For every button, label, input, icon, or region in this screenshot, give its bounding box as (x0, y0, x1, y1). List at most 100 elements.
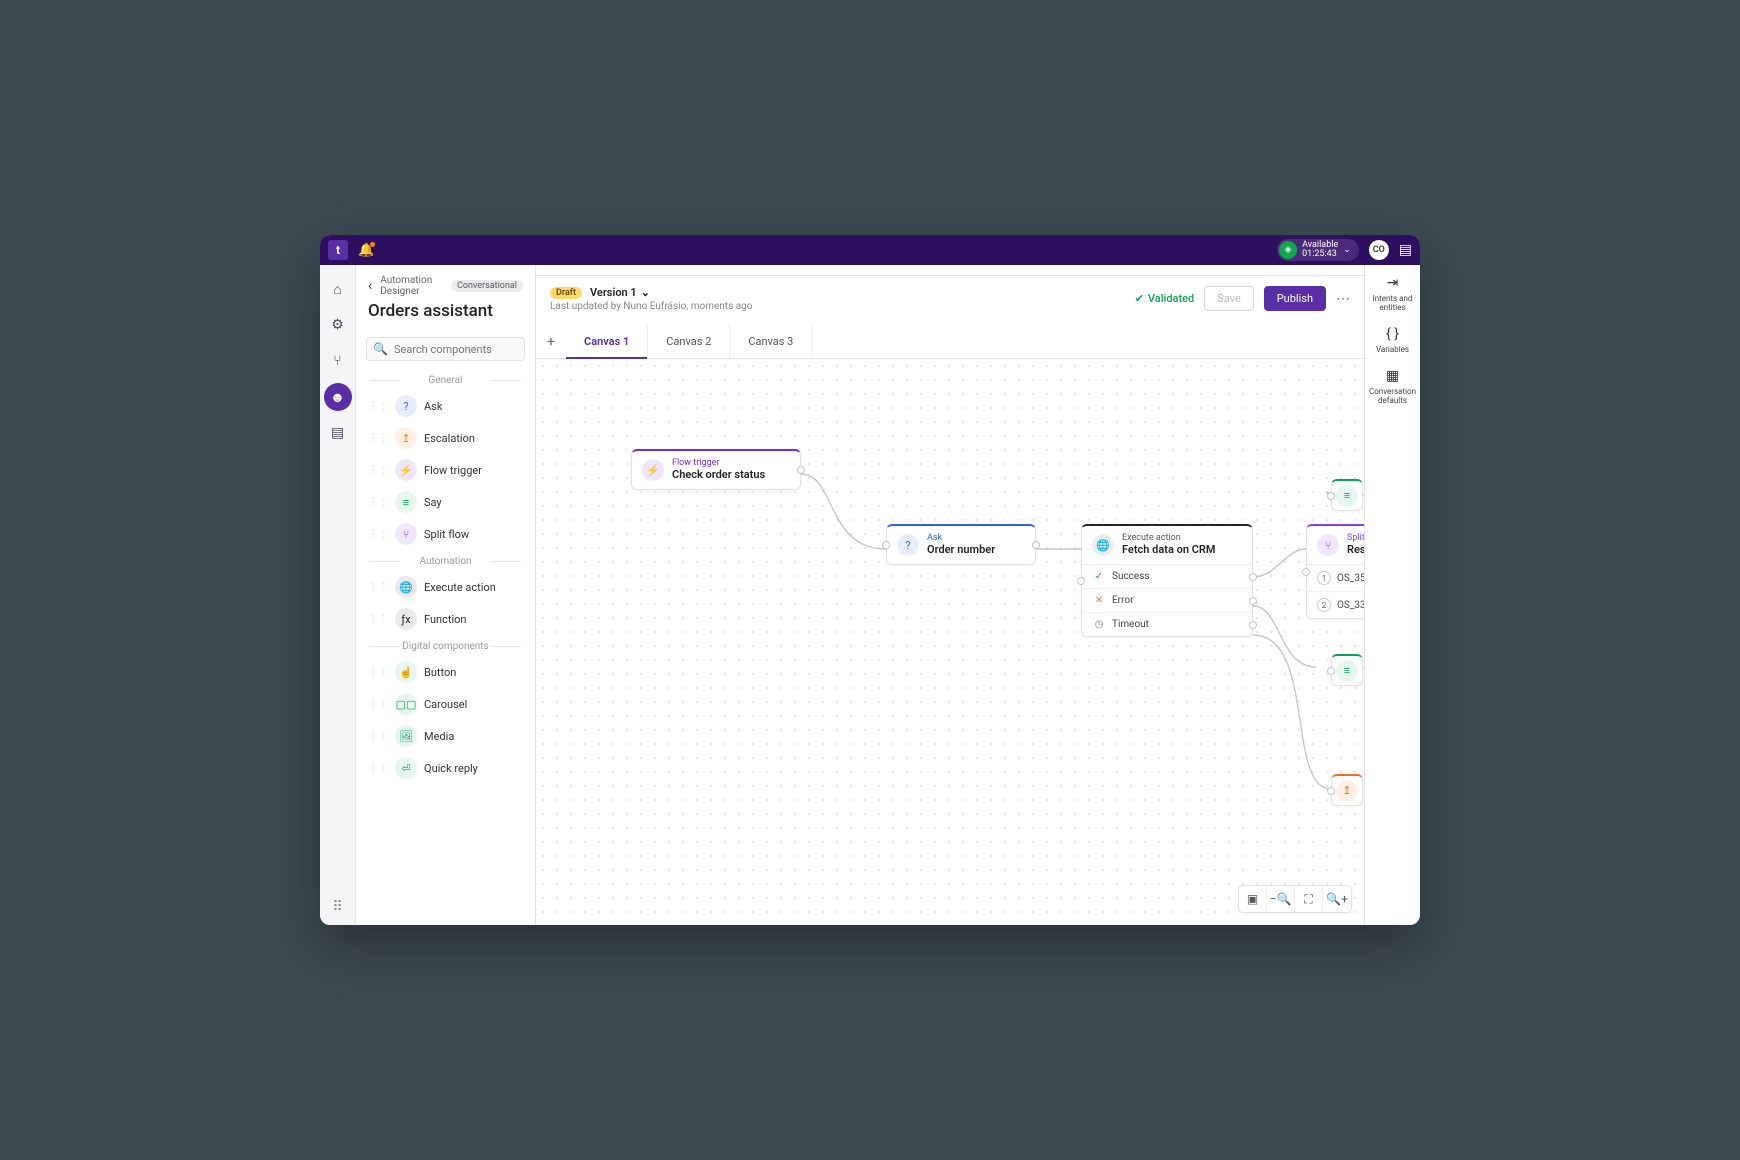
intents-icon: ⇥ (1387, 275, 1399, 291)
output-port[interactable] (1249, 573, 1257, 581)
component-escalation[interactable]: ⋮⋮↥Escalation (356, 422, 535, 454)
intents-entities-button[interactable]: ⇥Intents and entities (1368, 275, 1418, 312)
split-flow-icon: ⑂ (395, 523, 417, 545)
input-port[interactable] (882, 541, 890, 549)
right-panel: ⇥Intents and entities { }Variables ▦Conv… (1364, 265, 1420, 925)
component-split-flow[interactable]: ⋮⋮⑂Split flow (356, 518, 535, 550)
more-menu-icon[interactable]: ⋯ (1336, 291, 1350, 307)
output-port[interactable] (797, 466, 805, 474)
outcome-success[interactable]: ✓Success (1082, 565, 1252, 588)
group-automation-label: Automation (356, 550, 535, 571)
back-button[interactable]: ‹ (368, 278, 372, 294)
component-function[interactable]: ⋮⋮ƒxFunction (356, 603, 535, 635)
node-say-min-1[interactable]: ≡ (1331, 479, 1363, 511)
version-selector[interactable]: Version 1⌄ (590, 286, 650, 299)
output-port[interactable] (1249, 597, 1257, 605)
ask-icon: ? (897, 534, 919, 556)
search-input[interactable] (394, 343, 534, 356)
drag-handle-icon: ⋮⋮ (368, 529, 388, 540)
chevron-down-icon: ⌄ (1343, 245, 1351, 255)
node-split-flow[interactable]: ⑂ Split flow Results found 1OS_358 = Tru… (1306, 524, 1364, 619)
canvas-edges (536, 359, 1364, 925)
conversation-defaults-button[interactable]: ▦Conversation defaults (1368, 368, 1418, 405)
component-button[interactable]: ⋮⋮☝Button (356, 656, 535, 688)
app-window: t 🔔 ◈ Available 01:25:43 ⌄ CO ▤ ⌂ ⚙ ⑂ ☻ … (320, 235, 1420, 925)
output-port[interactable] (1032, 541, 1040, 549)
variables-icon: { } (1386, 326, 1399, 342)
app-logo[interactable]: t (328, 240, 348, 260)
flow-trigger-icon: ⚡ (395, 459, 417, 481)
node-ask[interactable]: ? Ask Order number (886, 524, 1036, 565)
notifications-icon[interactable]: 🔔 (358, 243, 374, 258)
component-search[interactable]: 🔍 (366, 337, 525, 361)
nav-flow-icon[interactable]: ⑂ (324, 347, 352, 375)
node-escalation-min[interactable]: ↥ (1331, 774, 1363, 806)
component-execute-action[interactable]: ⋮⋮🌐Execute action (356, 571, 535, 603)
nav-library-icon[interactable]: ▤ (324, 419, 352, 447)
escalation-icon: ↥ (395, 427, 417, 449)
add-canvas-button[interactable]: + (536, 334, 566, 350)
drag-handle-icon: ⋮⋮ (368, 699, 388, 710)
node-flow-trigger[interactable]: ⚡ Flow trigger Check order status (631, 449, 801, 490)
publish-button[interactable]: Publish (1264, 286, 1326, 311)
component-media[interactable]: ⋮⋮🖼Media (356, 720, 535, 752)
save-button[interactable]: Save (1204, 286, 1254, 311)
drag-handle-icon: ⋮⋮ (368, 497, 388, 508)
node-execute-action[interactable]: 🌐 Execute action Fetch data on CRM ✓Succ… (1081, 524, 1253, 637)
nav-apps-icon[interactable]: ⠿ (332, 899, 342, 915)
say-icon: ≡ (1336, 485, 1358, 507)
user-avatar[interactable]: CO (1369, 240, 1389, 260)
branch-2[interactable]: 2OS_338 = False (1307, 591, 1364, 618)
side-nav: ⌂ ⚙ ⑂ ☻ ▤ ⠿ (320, 265, 356, 925)
split-flow-icon: ⑂ (1317, 534, 1339, 556)
defaults-icon: ▦ (1386, 368, 1399, 384)
variables-button[interactable]: { }Variables (1368, 326, 1418, 354)
nav-settings-icon[interactable]: ⚙ (324, 311, 352, 339)
zoom-in-button[interactable]: 🔍+ (1323, 886, 1351, 912)
fullscreen-button[interactable]: ⛶ (1295, 886, 1323, 912)
tab-canvas-3[interactable]: Canvas 3 (730, 325, 812, 358)
availability-pill[interactable]: ◈ Available 01:25:43 ⌄ (1277, 239, 1359, 261)
drag-handle-icon: ⋮⋮ (368, 401, 388, 412)
zoom-out-button[interactable]: −🔍 (1267, 886, 1295, 912)
component-say[interactable]: ⋮⋮≡Say (356, 486, 535, 518)
flow-trigger-icon: ⚡ (642, 459, 664, 481)
execute-action-icon: 🌐 (1092, 534, 1114, 556)
branch-1[interactable]: 1OS_358 = True (1307, 565, 1364, 591)
input-port[interactable] (1327, 667, 1335, 675)
nav-home-icon[interactable]: ⌂ (324, 275, 352, 303)
drag-handle-icon: ⋮⋮ (368, 667, 388, 678)
chevron-down-icon: ⌄ (641, 286, 650, 299)
panel-toggle-icon[interactable]: ▤ (1399, 242, 1412, 258)
node-title: Order number (927, 544, 995, 556)
top-bar: t 🔔 ◈ Available 01:25:43 ⌄ CO ▤ (320, 235, 1420, 265)
drag-handle-icon: ⋮⋮ (368, 465, 388, 476)
output-port[interactable] (1249, 621, 1257, 629)
breadcrumb-section: Automation Designer (380, 275, 443, 297)
component-carousel[interactable]: ⋮⋮▢▢Carousel (356, 688, 535, 720)
execute-action-icon: 🌐 (395, 576, 417, 598)
component-quick-reply[interactable]: ⋮⋮⏎Quick reply (356, 752, 535, 784)
input-port[interactable] (1327, 787, 1335, 795)
canvas-tabs: + Canvas 1 Canvas 2 Canvas 3 (536, 325, 1364, 359)
drag-handle-icon: ⋮⋮ (368, 582, 388, 593)
tab-canvas-2[interactable]: Canvas 2 (648, 325, 730, 358)
outcome-error[interactable]: ✕Error (1082, 588, 1252, 612)
canvas[interactable]: ⚡ Flow trigger Check order status ? (536, 359, 1364, 925)
component-ask[interactable]: ⋮⋮?Ask (356, 390, 535, 422)
component-flow-trigger[interactable]: ⋮⋮⚡Flow trigger (356, 454, 535, 486)
availability-diamond-icon: ◈ (1279, 241, 1297, 259)
search-icon: 🔍 (373, 342, 388, 356)
component-panel: ‹ Automation Designer Conversational Ord… (356, 265, 536, 925)
function-icon: ƒx (395, 608, 417, 630)
minimap-button[interactable]: ▣ (1239, 886, 1267, 912)
input-port[interactable] (1327, 492, 1335, 500)
outcome-timeout[interactable]: ◷Timeout (1082, 612, 1252, 636)
node-say-min-2[interactable]: ≡ (1331, 654, 1363, 686)
drag-handle-icon: ⋮⋮ (368, 763, 388, 774)
branch-number-badge: 1 (1317, 571, 1331, 585)
nav-chat-icon[interactable]: ☻ (324, 383, 352, 411)
drag-handle-icon: ⋮⋮ (368, 731, 388, 742)
x-icon: ✕ (1092, 595, 1106, 606)
tab-canvas-1[interactable]: Canvas 1 (566, 325, 648, 358)
